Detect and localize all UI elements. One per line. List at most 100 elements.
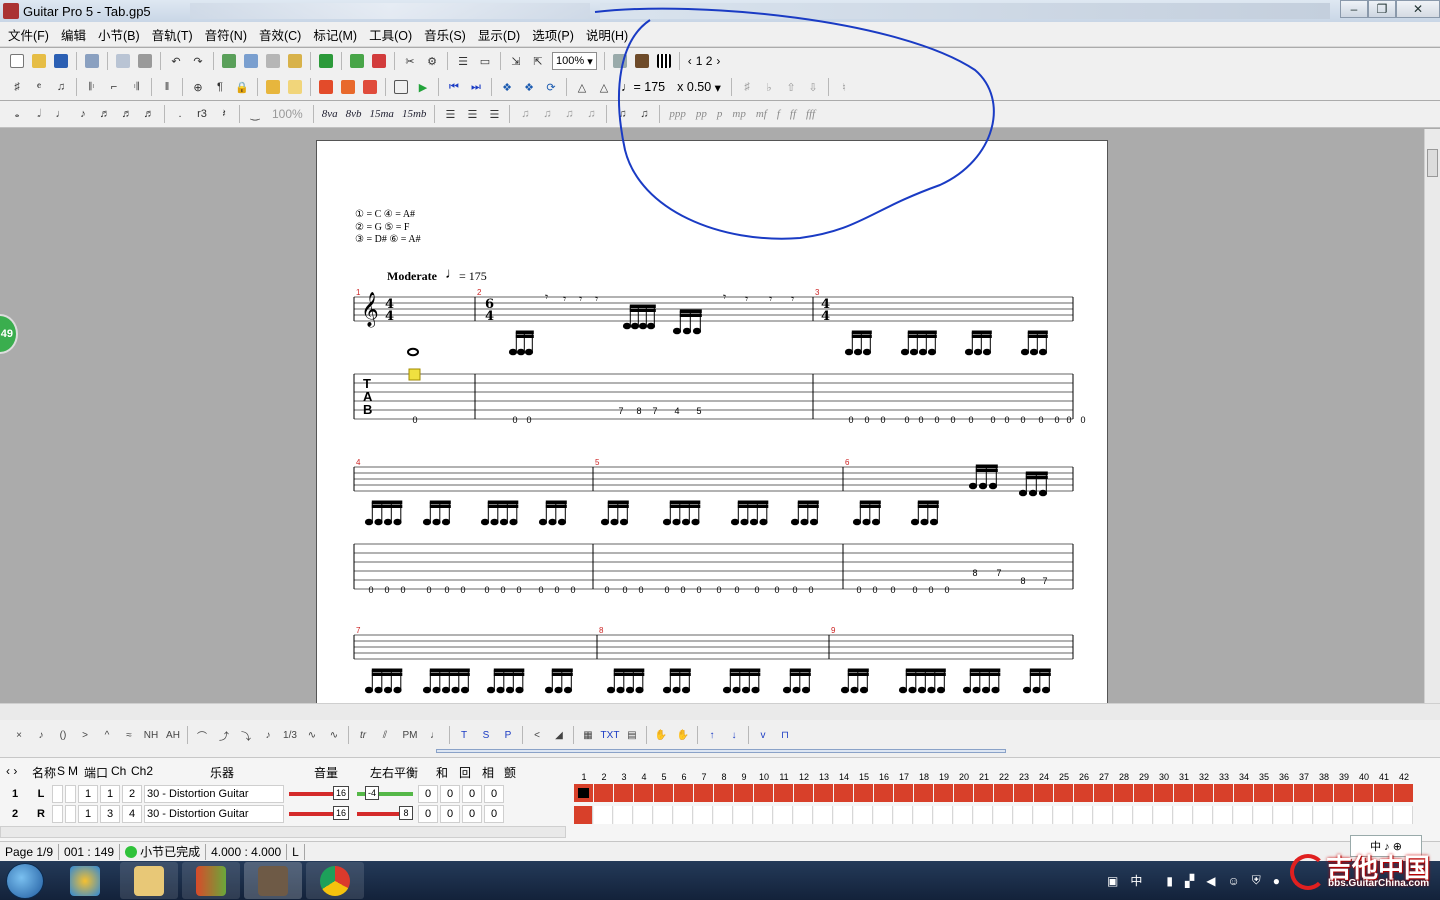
timeline-cell[interactable]	[794, 806, 813, 824]
timeline-cell[interactable]	[1214, 806, 1233, 824]
track-row[interactable]: 2 R 1 3 4 30 - Distortion Guitar 16 8 0 …	[0, 804, 566, 824]
timeline-cell[interactable]	[614, 806, 633, 824]
fade-icon[interactable]: ◢	[548, 730, 570, 741]
timeline-cell[interactable]	[774, 806, 793, 824]
solo-checkbox[interactable]	[52, 785, 63, 803]
downstroke-icon[interactable]: ⊓	[774, 730, 796, 741]
timeline-cell[interactable]	[1094, 784, 1113, 802]
solo-checkbox[interactable]	[52, 805, 63, 823]
timeline-cell[interactable]	[654, 806, 673, 824]
timeline-cell[interactable]	[1334, 784, 1353, 802]
timeline-cell[interactable]	[1334, 806, 1353, 824]
pan-slider[interactable]: 8	[354, 805, 416, 823]
timeline-cell[interactable]	[1014, 806, 1033, 824]
tray-volume-icon[interactable]: ◀	[1206, 874, 1215, 888]
chord-diagram-icon[interactable]: ▦	[577, 730, 599, 741]
timeline-cell[interactable]	[1274, 806, 1293, 824]
timeline-cell[interactable]	[994, 784, 1013, 802]
tray-network-icon[interactable]: ▞	[1185, 874, 1194, 888]
timeline-cell[interactable]	[1214, 784, 1233, 802]
timeline-cell[interactable]	[754, 784, 773, 802]
parentheses-icon[interactable]: ()	[52, 730, 74, 741]
timeline-cell[interactable]	[1314, 784, 1333, 802]
timeline-cell[interactable]	[1154, 806, 1173, 824]
timeline-cell[interactable]	[674, 784, 693, 802]
timeline-cell[interactable]	[634, 784, 653, 802]
timeline-cell[interactable]	[694, 806, 713, 824]
pick-stroke-down-icon[interactable]: ✋	[672, 730, 694, 741]
timeline-cell[interactable]	[1274, 784, 1293, 802]
timeline-cell[interactable]	[974, 784, 993, 802]
trill-button[interactable]: tr	[352, 730, 374, 741]
timeline-cell[interactable]	[1174, 784, 1193, 802]
timeline-cell[interactable]	[674, 806, 693, 824]
ime-icon[interactable]: ▣	[1107, 874, 1118, 888]
timeline-cell[interactable]	[1174, 806, 1193, 824]
timeline-cell[interactable]	[1034, 784, 1053, 802]
crescendo-icon[interactable]: <	[526, 730, 548, 741]
timeline-cell[interactable]	[654, 784, 673, 802]
tray-usb-icon[interactable]: ▮	[1166, 874, 1173, 888]
timeline-cell[interactable]	[1234, 806, 1253, 824]
volume-slider[interactable]: 16	[286, 785, 352, 803]
ghost-note-icon[interactable]: ♪	[30, 730, 52, 741]
upstroke-icon[interactable]: v	[752, 730, 774, 741]
timeline-cell[interactable]	[1074, 784, 1093, 802]
timeline-cell[interactable]	[874, 784, 893, 802]
timeline-cell[interactable]	[854, 806, 873, 824]
timeline-cell[interactable]	[1374, 784, 1393, 802]
taskbar-app-explorer[interactable]	[120, 862, 178, 899]
mute-checkbox[interactable]	[65, 805, 76, 823]
tremolo-picking-icon[interactable]: ⫽	[374, 730, 396, 741]
bend-icon[interactable]: ⤴	[213, 728, 235, 743]
timeline-cell[interactable]	[574, 784, 593, 802]
taskbar-app-chrome[interactable]	[306, 862, 364, 899]
timeline-cell[interactable]	[1254, 784, 1273, 802]
timeline-cell[interactable]	[934, 784, 953, 802]
vibrato-icon[interactable]: ∿	[301, 730, 323, 741]
grace-note-icon[interactable]: ♪	[257, 730, 279, 741]
timeline-cell[interactable]	[894, 806, 913, 824]
timeline-cell[interactable]	[734, 806, 753, 824]
track-timeline[interactable]: 1 2 3 4 5 6 7 8 9 10 11 12 13 14 15 16 17 18 19 20 21 22 23 24 2…	[574, 768, 1424, 824]
timeline-cell[interactable]	[994, 806, 1013, 824]
timeline-cell[interactable]	[974, 806, 993, 824]
timeline-cell[interactable]	[1054, 784, 1073, 802]
taskbar-app-guitarpro[interactable]	[244, 862, 302, 899]
pan-slider[interactable]: -4	[354, 785, 416, 803]
timeline-cell[interactable]	[774, 784, 793, 802]
volume-slider[interactable]: 16	[286, 805, 352, 823]
tap-button[interactable]: T	[453, 730, 475, 741]
timeline-cell[interactable]	[1254, 806, 1273, 824]
timeline-cell[interactable]	[814, 806, 833, 824]
timeline-cell[interactable]	[1034, 806, 1053, 824]
timeline-cell[interactable]	[1114, 806, 1133, 824]
timeline-cell[interactable]	[954, 806, 973, 824]
timeline-cell[interactable]	[1154, 784, 1173, 802]
timeline-cell[interactable]	[814, 784, 833, 802]
tray-security-icon[interactable]: ⛨	[1252, 873, 1261, 888]
track-row[interactable]: 1 L 1 1 2 30 - Distortion Guitar 16 -4 0…	[0, 784, 566, 804]
timeline-cell[interactable]	[954, 784, 973, 802]
dead-note-icon[interactable]: ×	[8, 730, 30, 741]
timeline-cell[interactable]	[614, 784, 633, 802]
timeline-cell[interactable]	[694, 784, 713, 802]
wide-vibrato-icon[interactable]: ∿	[323, 730, 345, 741]
timeline-cell[interactable]	[1014, 784, 1033, 802]
timeline-cell[interactable]	[1314, 806, 1333, 824]
timeline-cell[interactable]	[1374, 806, 1393, 824]
tremolo-bar-icon[interactable]: ⤵	[235, 728, 257, 743]
effects-expander[interactable]	[0, 745, 1440, 757]
mute-checkbox[interactable]	[65, 785, 76, 803]
ime-language[interactable]: 中	[1130, 872, 1142, 889]
horizontal-scrollbar[interactable]	[0, 703, 1440, 720]
track-nav-arrows[interactable]: ‹ ›	[6, 764, 17, 778]
timeline-cell[interactable]	[794, 784, 813, 802]
timeline-cell[interactable]	[634, 806, 653, 824]
mix-table-icon[interactable]: ▤	[621, 730, 643, 741]
timeline-cell[interactable]	[594, 806, 613, 824]
timeline-cell[interactable]	[914, 784, 933, 802]
slide-icon[interactable]: ⌒	[191, 728, 213, 743]
taskbar-app-photos[interactable]	[56, 862, 114, 899]
timeline-cell[interactable]	[894, 784, 913, 802]
